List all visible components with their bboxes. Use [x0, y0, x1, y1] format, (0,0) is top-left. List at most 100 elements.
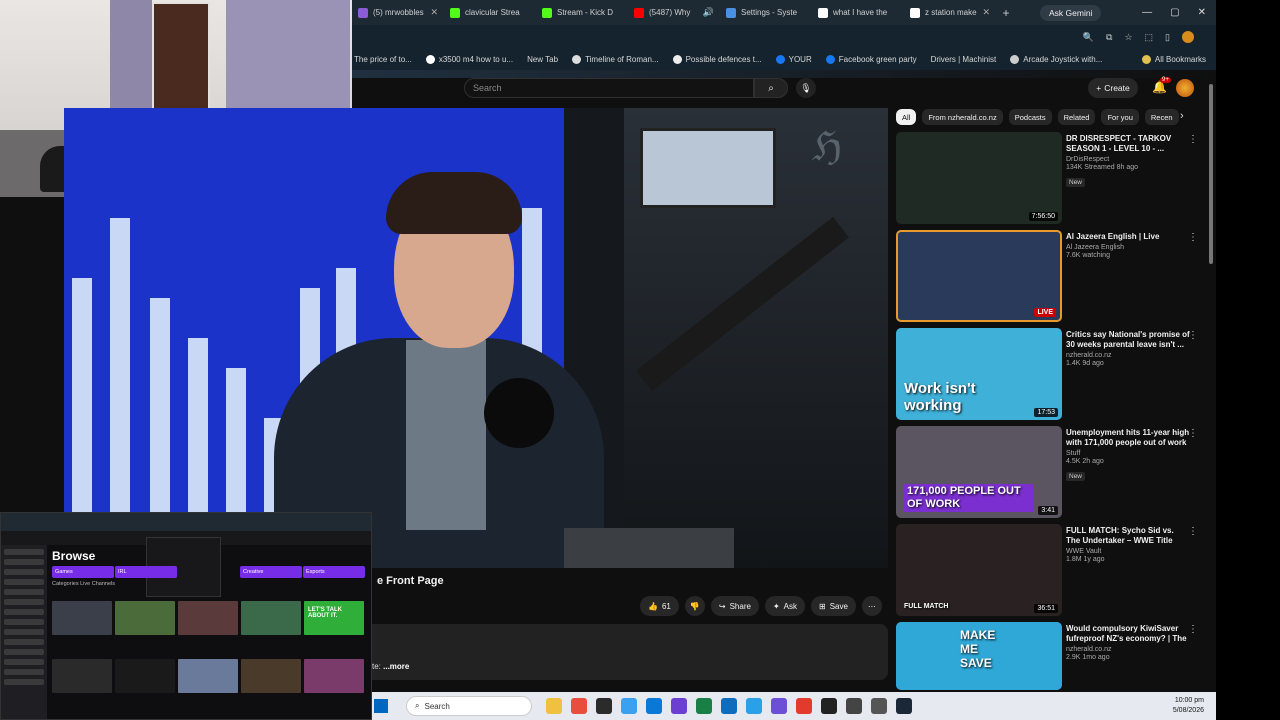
channel-name[interactable]: WWE Vault [1066, 548, 1190, 555]
taskbar-clock[interactable]: 10:00 pm 5/08/2026 [1173, 696, 1216, 716]
more-options-icon[interactable]: ⋮ [1188, 526, 1198, 537]
chip-recent[interactable]: Recen [1144, 109, 1179, 125]
chip-all[interactable]: All [896, 109, 917, 125]
video-title[interactable]: Critics say National's promise of 30 wee… [1066, 330, 1190, 350]
channel-name[interactable]: nzherald.co.nz [1066, 352, 1190, 359]
outlook-icon[interactable] [721, 698, 737, 714]
profile-avatar[interactable] [1182, 31, 1194, 43]
ask-button[interactable]: ✦ Ask [764, 596, 805, 616]
app-icon[interactable] [596, 698, 612, 714]
zoom-icon[interactable]: 🔍 [1083, 32, 1094, 43]
more-actions-button[interactable]: ⋯ [861, 596, 882, 616]
category-creative[interactable]: Creative [240, 566, 302, 578]
store-icon[interactable] [696, 698, 712, 714]
close-window-button[interactable]: ✕ [1198, 7, 1206, 18]
avatar[interactable] [1176, 79, 1194, 97]
voice-search-button[interactable]: 🎙 [796, 78, 816, 98]
video-thumbnail[interactable]: 7:56:50 [896, 132, 1062, 224]
dislike-button[interactable]: 👎 [684, 596, 705, 616]
bookmark-item[interactable]: Drivers | Machinist [931, 55, 997, 64]
bookmark-item[interactable]: x3500 m4 how to u... [425, 55, 513, 64]
close-icon[interactable]: ✕ [982, 7, 990, 18]
stream-tile[interactable] [241, 601, 301, 635]
bookmark-item[interactable]: Arcade Joystick with... [1010, 55, 1102, 64]
windows-start-icon[interactable] [374, 699, 388, 713]
more-options-icon[interactable]: ⋮ [1188, 134, 1198, 145]
video-title[interactable]: Unemployment hits 11-year high with 171,… [1066, 428, 1190, 448]
app-icon[interactable] [771, 698, 787, 714]
list-item[interactable]: LIVE Al Jazeera English | Live Al Jazeer… [896, 230, 1206, 322]
list-item[interactable]: Work isn't working 17:53 Critics say Nat… [896, 328, 1206, 420]
video-title[interactable]: DR DISRESPECT - TARKOV SEASON 1 - LEVEL … [1066, 134, 1190, 154]
chip-for-you[interactable]: For you [1101, 109, 1139, 125]
more-options-icon[interactable]: ⋮ [1188, 330, 1198, 341]
scrollbar-thumb[interactable] [1209, 84, 1213, 264]
save-button[interactable]: ⊞ Save [810, 596, 856, 616]
chevron-right-icon[interactable]: › [1180, 110, 1184, 122]
browser-tab[interactable]: Stream - Kick D [536, 0, 628, 25]
search-input[interactable]: Search [464, 78, 754, 98]
install-icon[interactable]: ⧉ [1106, 32, 1112, 43]
ask-gemini-button[interactable]: Ask Gemini [1040, 4, 1102, 21]
all-bookmarks-button[interactable]: All Bookmarks [1141, 55, 1216, 64]
stream-tile[interactable] [115, 659, 175, 693]
description-box[interactable] [352, 624, 888, 680]
extensions-icon[interactable]: ⬚ [1145, 32, 1154, 43]
chip-related[interactable]: Related [1057, 109, 1096, 125]
bookmark-item[interactable]: Possible defences t... [672, 55, 762, 64]
more-options-icon[interactable]: ⋮ [1188, 428, 1198, 439]
new-tab-button[interactable]: + [996, 6, 1016, 20]
stream-tile[interactable] [304, 659, 364, 693]
profile-split-icon[interactable]: ▯ [1165, 32, 1170, 43]
bookmark-item[interactable]: YOUR [775, 55, 812, 64]
browser-tab[interactable]: z station make ✕ [904, 0, 996, 25]
share-button[interactable]: ↪ Share [710, 596, 759, 616]
browser-tab[interactable]: Settings - Syste [720, 0, 812, 25]
promo-tile[interactable]: LET'S TALK ABOUT IT. [304, 601, 364, 635]
minimize-button[interactable]: — [1142, 7, 1152, 18]
chip-from-channel[interactable]: From nzherald.co.nz [922, 109, 1003, 125]
stream-tile[interactable] [115, 601, 175, 635]
telegram-icon[interactable] [746, 698, 762, 714]
bookmark-item[interactable]: New Tab [527, 55, 558, 64]
browser-tab-active[interactable]: (5487) Why 🔊 [628, 0, 720, 25]
channel-name[interactable]: DrDisRespect [1066, 156, 1190, 163]
chrome-icon[interactable] [571, 698, 587, 714]
stream-tile[interactable] [52, 601, 112, 635]
stream-tile[interactable] [178, 659, 238, 693]
description-expand[interactable]: te: ...more [372, 662, 409, 671]
steam-icon[interactable] [896, 698, 912, 714]
stream-tile[interactable] [241, 659, 301, 693]
more-link[interactable]: ...more [383, 662, 409, 671]
maximize-button[interactable]: ▢ [1170, 7, 1179, 18]
category-games[interactable]: Games [52, 566, 114, 578]
app-icon[interactable] [671, 698, 687, 714]
app-icon[interactable] [821, 698, 837, 714]
video-title[interactable]: Al Jazeera English | Live [1066, 232, 1190, 242]
video-thumbnail[interactable]: MAKE ME SAVE [896, 622, 1062, 690]
taskbar-search[interactable]: ⌕ Search [406, 696, 532, 716]
list-item[interactable]: FULL MATCH 36:51 FULL MATCH: Sycho Sid v… [896, 524, 1206, 616]
edge-icon[interactable] [646, 698, 662, 714]
category-irl[interactable]: IRL [115, 566, 177, 578]
create-button[interactable]: + Create [1088, 78, 1138, 98]
app-icon[interactable] [871, 698, 887, 714]
like-button[interactable]: 👍 61 [640, 596, 679, 616]
category-esports[interactable]: Esports [303, 566, 365, 578]
video-thumbnail[interactable]: Work isn't working 17:53 [896, 328, 1062, 420]
video-title[interactable]: FULL MATCH: Sycho Sid vs. The Undertaker… [1066, 526, 1190, 546]
chip-podcasts[interactable]: Podcasts [1008, 109, 1052, 125]
browser-tab[interactable]: what I have the [812, 0, 904, 25]
list-item[interactable]: 7:56:50 DR DISRESPECT - TARKOV SEASON 1 … [896, 132, 1206, 224]
twitch-tabs[interactable]: Categories Live Channels [52, 581, 115, 587]
more-options-icon[interactable]: ⋮ [1188, 232, 1198, 243]
channel-name[interactable]: Stuff [1066, 450, 1190, 457]
bookmark-item[interactable]: Facebook green party [825, 55, 917, 64]
browser-tab[interactable]: clavicular Strea [444, 0, 536, 25]
stream-tile[interactable] [52, 659, 112, 693]
bookmark-item[interactable]: Timeline of Roman... [572, 55, 659, 64]
channel-name[interactable]: Al Jazeera English [1066, 244, 1190, 251]
channel-name[interactable]: nzherald.co.nz [1066, 646, 1190, 653]
bookmark-star-icon[interactable]: ☆ [1124, 32, 1132, 43]
search-button[interactable]: ⌕ [754, 78, 788, 98]
